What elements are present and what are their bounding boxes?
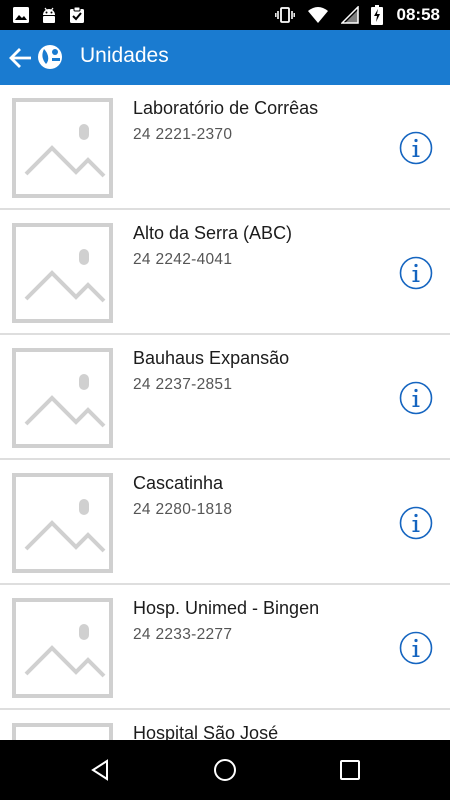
home-circle-icon[interactable] xyxy=(213,758,237,782)
image-placeholder-icon xyxy=(12,723,113,740)
image-placeholder-icon xyxy=(12,598,113,698)
status-time: 08:58 xyxy=(396,5,440,24)
clipboard-check-icon xyxy=(70,6,84,23)
system-icons: 08:58 xyxy=(274,5,440,25)
image-icon xyxy=(13,7,29,23)
list-item[interactable]: Cascatinha 24 2280-1818 xyxy=(0,460,450,585)
system-nav-bar xyxy=(0,740,450,800)
list-item[interactable]: Hosp. Unimed - Bingen 24 2233-2277 xyxy=(0,585,450,710)
wifi-icon xyxy=(307,7,328,23)
unit-phone: 24 2233-2277 xyxy=(133,626,233,643)
unit-phone: 24 2237-2851 xyxy=(133,376,233,393)
units-list[interactable]: Laboratório de Corrêas 24 2221-2370 Alto… xyxy=(0,85,450,740)
recents-square-icon[interactable] xyxy=(338,758,362,782)
image-placeholder-icon xyxy=(12,348,113,448)
info-icon[interactable] xyxy=(399,631,433,665)
info-icon[interactable] xyxy=(399,381,433,415)
vibrate-icon xyxy=(274,7,295,23)
unit-name: Bauhaus Expansão xyxy=(133,348,290,368)
image-placeholder-icon xyxy=(12,223,113,323)
image-placeholder-icon xyxy=(12,473,113,573)
unit-phone: 24 2242-4041 xyxy=(133,251,233,268)
unit-name: Alto da Serra (ABC) xyxy=(133,223,293,243)
unit-name: Hospital São José xyxy=(133,723,279,740)
unit-phone: 24 2221-2370 xyxy=(133,126,233,143)
app-logo-icon xyxy=(38,45,62,69)
notification-icons xyxy=(12,6,86,24)
signal-icon xyxy=(340,6,359,24)
unit-name: Cascatinha xyxy=(133,473,224,493)
arrow-left-icon[interactable] xyxy=(6,43,36,73)
list-item[interactable]: Bauhaus Expansão 24 2237-2851 xyxy=(0,335,450,460)
list-item[interactable]: Hospital São José xyxy=(0,710,450,740)
info-icon[interactable] xyxy=(399,506,433,540)
list-item[interactable]: Alto da Serra (ABC) 24 2242-4041 xyxy=(0,210,450,335)
unit-name: Hosp. Unimed - Bingen xyxy=(133,598,320,618)
info-icon[interactable] xyxy=(399,256,433,290)
status-bar: 08:58 xyxy=(0,0,450,30)
app-bar: Unidades xyxy=(0,30,450,85)
back-triangle-icon[interactable] xyxy=(88,758,112,782)
unit-phone: 24 2280-1818 xyxy=(133,501,233,518)
info-icon[interactable] xyxy=(399,131,433,165)
list-item[interactable]: Laboratório de Corrêas 24 2221-2370 xyxy=(0,85,450,210)
battery-charging-icon xyxy=(370,5,383,25)
page-title: Unidades xyxy=(80,44,169,67)
unit-name: Laboratório de Corrêas xyxy=(133,98,319,118)
image-placeholder-icon xyxy=(12,98,113,198)
android-icon xyxy=(43,7,55,23)
